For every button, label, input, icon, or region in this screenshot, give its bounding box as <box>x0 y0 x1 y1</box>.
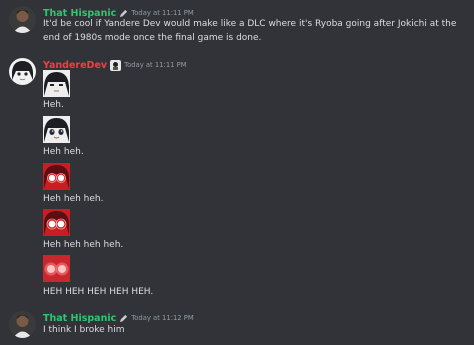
badge-icon <box>110 59 122 71</box>
pencil-icon <box>119 314 128 323</box>
message-text: I think I broke him <box>43 325 125 335</box>
timestamp[interactable]: Today at 11:11 PM <box>124 61 187 69</box>
username[interactable]: YandereDev <box>43 60 107 71</box>
message-text: It'd be cool if Yandere Dev would make l… <box>43 19 457 43</box>
message-line: Heh heh heh heh. <box>43 240 124 250</box>
face-image[interactable] <box>43 163 70 190</box>
avatar[interactable] <box>9 311 36 338</box>
avatar[interactable] <box>9 6 36 33</box>
message-line: HEH HEH HEH HEH HEH. <box>43 287 154 297</box>
username[interactable]: That Hispanic <box>43 313 116 324</box>
face-image[interactable] <box>43 70 70 97</box>
face-image[interactable] <box>43 116 70 143</box>
chat-window: That Hispanic Today at 11:11 PM It'd be … <box>0 0 474 345</box>
avatar[interactable] <box>9 58 36 85</box>
message-line: Heh heh heh. <box>43 194 104 204</box>
message-line: Heh heh. <box>43 147 84 157</box>
timestamp[interactable]: Today at 11:12 PM <box>131 314 194 322</box>
timestamp[interactable]: Today at 11:11 PM <box>131 9 194 17</box>
face-image[interactable] <box>43 209 70 236</box>
message-line: Heh. <box>43 100 64 110</box>
face-image[interactable] <box>43 255 70 282</box>
